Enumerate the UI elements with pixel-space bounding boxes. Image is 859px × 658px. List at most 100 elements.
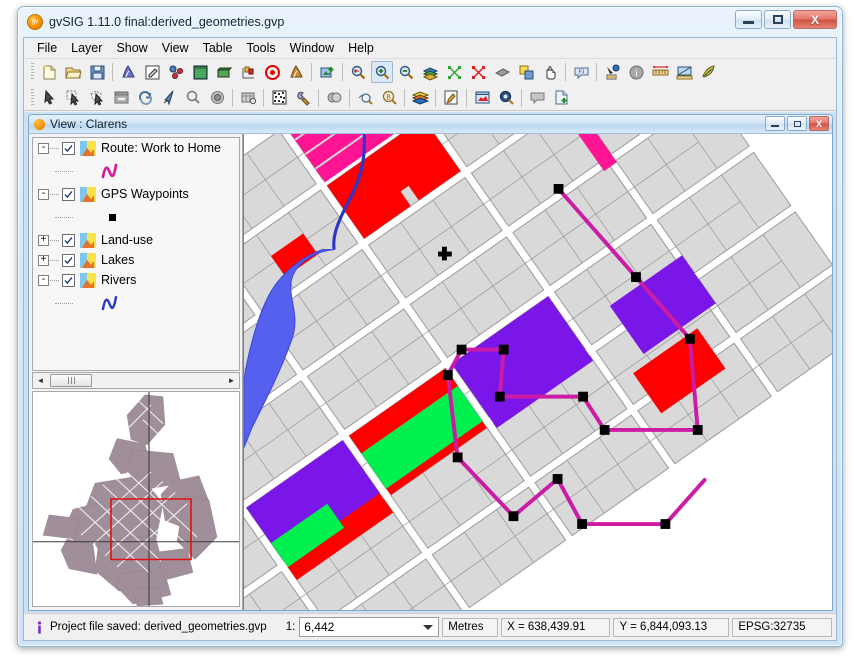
hyperlink-icon[interactable]: FJ bbox=[570, 61, 592, 83]
invert-selection-icon[interactable] bbox=[134, 87, 156, 109]
select-layer-icon[interactable] bbox=[110, 87, 132, 109]
view-close-button[interactable]: X bbox=[809, 116, 829, 131]
export-doc-icon[interactable] bbox=[550, 87, 572, 109]
select-polygon-icon[interactable] bbox=[86, 87, 108, 109]
tools-hammer-icon[interactable] bbox=[292, 87, 314, 109]
target-icon[interactable] bbox=[261, 61, 283, 83]
minimize-button[interactable] bbox=[735, 10, 762, 29]
toc-horizontal-scrollbar[interactable]: ◄ ► bbox=[32, 372, 240, 389]
vector-layer-icon bbox=[80, 252, 96, 268]
toc-layer-lakes[interactable]: + Lakes bbox=[33, 250, 239, 270]
toc-layer-gps-waypoints[interactable]: - GPS Waypoints bbox=[33, 184, 239, 204]
add-layer-icon[interactable] bbox=[117, 61, 139, 83]
select-circle-icon[interactable] bbox=[182, 87, 204, 109]
toc-layer-route-work-to-home[interactable]: - Route: Work to Home bbox=[33, 138, 239, 158]
annotation-icon[interactable] bbox=[471, 87, 493, 109]
expander-toggle[interactable]: + bbox=[38, 254, 49, 266]
close-button[interactable]: X bbox=[793, 10, 837, 29]
view-window-icon[interactable] bbox=[189, 61, 211, 83]
layer-visibility-checkbox[interactable] bbox=[62, 273, 75, 287]
map-canvas[interactable] bbox=[244, 134, 832, 610]
pan-icon[interactable] bbox=[539, 61, 561, 83]
toc-layer-land-use[interactable]: + Land-use bbox=[33, 230, 239, 250]
scale-combobox[interactable]: 6,442 bbox=[299, 617, 440, 637]
layer-visibility-checkbox[interactable] bbox=[62, 253, 75, 267]
menu-layer[interactable]: Layer bbox=[64, 39, 109, 57]
zoom-out-icon[interactable] bbox=[395, 61, 417, 83]
zoom-full-extent-icon[interactable] bbox=[419, 61, 441, 83]
expander-toggle[interactable]: - bbox=[38, 188, 49, 200]
table-of-contents[interactable]: - Route: Work to Home - GPS Waypoints + … bbox=[32, 137, 240, 371]
scroll-left-arrow-icon[interactable]: ◄ bbox=[33, 373, 48, 388]
secondary-toolbar: B bbox=[24, 85, 836, 111]
select-rectangle-icon[interactable] bbox=[62, 87, 84, 109]
units-cell: Metres bbox=[442, 617, 499, 637]
zoom-in-icon[interactable] bbox=[371, 61, 393, 83]
menu-view[interactable]: View bbox=[155, 39, 196, 57]
info-circle-icon[interactable]: i bbox=[625, 61, 647, 83]
geometry-union-icon[interactable] bbox=[323, 87, 345, 109]
locator-search-icon[interactable] bbox=[495, 87, 517, 109]
vector-layer-icon bbox=[80, 140, 96, 156]
symbology-icon[interactable] bbox=[237, 61, 259, 83]
save-project-icon[interactable] bbox=[86, 61, 108, 83]
zoom-layer-icon[interactable] bbox=[443, 61, 465, 83]
overview-locator-map[interactable] bbox=[32, 391, 240, 607]
window-title: gvSIG 1.11.0 final:derived_geometries.gv… bbox=[49, 15, 285, 29]
attribute-table-icon[interactable] bbox=[237, 87, 259, 109]
info-point-icon[interactable] bbox=[601, 61, 623, 83]
vector-layer-icon bbox=[80, 232, 96, 248]
zoom-back-icon[interactable] bbox=[491, 61, 513, 83]
toolbar-grip[interactable] bbox=[31, 63, 34, 81]
export-view-icon[interactable] bbox=[316, 61, 338, 83]
maximize-button[interactable] bbox=[764, 10, 791, 29]
geoprocess-icon[interactable] bbox=[165, 61, 187, 83]
open-project-icon[interactable] bbox=[62, 61, 84, 83]
toolbar-grip[interactable] bbox=[31, 88, 34, 107]
expander-toggle[interactable]: - bbox=[38, 142, 49, 154]
expander-toggle[interactable]: + bbox=[38, 234, 49, 246]
search-zoom-icon[interactable]: B bbox=[378, 87, 400, 109]
menu-table[interactable]: Table bbox=[196, 39, 240, 57]
menu-show[interactable]: Show bbox=[109, 39, 154, 57]
menu-window[interactable]: Window bbox=[283, 39, 341, 57]
scrollbar-thumb[interactable] bbox=[50, 374, 92, 387]
view-titlebar: View : Clarens X bbox=[29, 115, 832, 134]
map-canvas-container[interactable] bbox=[243, 134, 832, 610]
vector-layer-icon bbox=[80, 186, 96, 202]
select-buffer-icon[interactable] bbox=[206, 87, 228, 109]
zoom-previous-icon[interactable] bbox=[347, 61, 369, 83]
catalog-icon[interactable] bbox=[697, 61, 719, 83]
table-icon[interactable] bbox=[213, 61, 235, 83]
layer-group-icon[interactable] bbox=[285, 61, 307, 83]
new-project-icon[interactable] bbox=[38, 61, 60, 83]
zoom-selection-icon[interactable] bbox=[467, 61, 489, 83]
comment-icon[interactable] bbox=[526, 87, 548, 109]
tree-connector bbox=[50, 239, 59, 241]
zoom-rectangle-icon[interactable] bbox=[515, 61, 537, 83]
expander-toggle[interactable]: - bbox=[38, 274, 49, 286]
edit-paint-icon[interactable] bbox=[440, 87, 462, 109]
toc-layer-rivers[interactable]: - Rivers bbox=[33, 270, 239, 290]
raster-properties-icon[interactable] bbox=[268, 87, 290, 109]
layer-visibility-checkbox[interactable] bbox=[62, 233, 75, 247]
menu-file[interactable]: File bbox=[30, 39, 64, 57]
search-attribute-icon[interactable] bbox=[354, 87, 376, 109]
measure-area-icon[interactable] bbox=[673, 61, 695, 83]
select-arrow-icon[interactable] bbox=[38, 87, 60, 109]
menu-tools[interactable]: Tools bbox=[239, 39, 282, 57]
layer-name: Rivers bbox=[101, 273, 137, 287]
layer-stack-icon[interactable] bbox=[409, 87, 431, 109]
chevron-down-icon[interactable] bbox=[423, 625, 434, 630]
scroll-right-arrow-icon[interactable]: ► bbox=[224, 373, 239, 388]
minimize-icon bbox=[771, 125, 779, 127]
measure-distance-icon[interactable] bbox=[649, 61, 671, 83]
view-minimize-button[interactable] bbox=[765, 116, 785, 131]
edit-properties-icon[interactable] bbox=[141, 61, 163, 83]
black-square-point-symbol bbox=[91, 208, 135, 226]
menu-help[interactable]: Help bbox=[341, 39, 381, 57]
view-restore-button[interactable] bbox=[787, 116, 807, 131]
layer-visibility-checkbox[interactable] bbox=[62, 187, 75, 201]
layer-visibility-checkbox[interactable] bbox=[62, 141, 75, 155]
clear-selection-icon[interactable] bbox=[158, 87, 180, 109]
